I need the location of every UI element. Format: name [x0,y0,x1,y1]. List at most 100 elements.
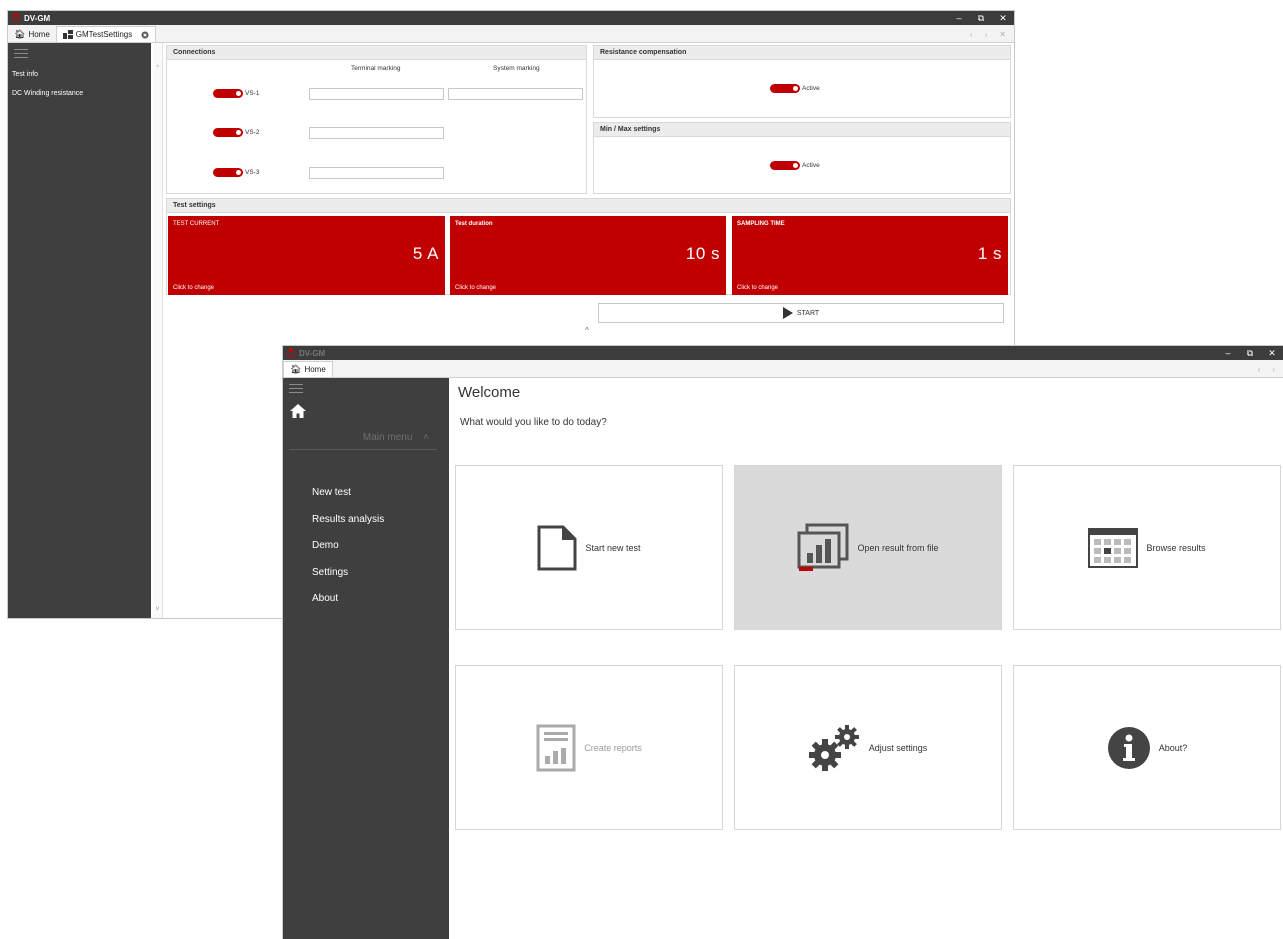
tab-strip: 🏠︎ Home ‹ › [283,360,1283,378]
close-button[interactable]: ✕ [1261,348,1283,359]
vs3-toggle[interactable] [213,168,243,177]
tab-prev-icon[interactable]: ‹ [1258,365,1261,374]
card-label: Open result from file [857,542,939,553]
hamburger-menu-icon[interactable] [14,49,28,61]
card-label: Browse results [1146,542,1206,553]
chevron-up-icon: ˄ [423,432,429,443]
app-logo-icon [287,348,295,357]
card-label: Start new test [585,542,641,553]
scroll-up-icon[interactable]: ^ [153,65,162,71]
tile-title: Test duration [455,221,493,227]
menu-item-about[interactable]: About [312,593,384,620]
about-card[interactable]: About? [1013,665,1281,830]
main-menu-header[interactable]: Main menu ˄ [289,432,437,450]
main-sidebar: Main menu ˄ New test Results analysis De… [283,378,449,939]
vs1-label: VS-1 [245,90,260,97]
test-settings-header: Test settings [167,199,1010,213]
resistance-compensation-toggle[interactable] [770,84,800,93]
vs2-toggle[interactable] [213,128,243,137]
open-result-card[interactable]: Open result from file [734,465,1002,630]
tab-prev-icon[interactable]: ‹ [970,30,973,39]
menu-item-demo[interactable]: Demo [312,540,384,567]
menu-item-new-test[interactable]: New test [312,487,384,514]
tab-next-icon[interactable]: › [1272,365,1275,374]
minimize-button[interactable]: – [1217,348,1239,359]
connections-header: Connections [167,46,586,60]
start-label: START [796,309,820,317]
play-icon [782,307,793,319]
menu-item-results-analysis[interactable]: Results analysis [312,514,384,541]
vs3-terminal-input[interactable] [309,167,444,179]
vs2-terminal-input[interactable] [309,127,444,139]
vs1-toggle[interactable] [213,89,243,98]
sidebar-item-test-info[interactable]: Test info [12,65,83,84]
hamburger-menu-icon[interactable] [289,384,303,396]
vs1-terminal-input[interactable] [309,88,444,100]
tab-navigation: ‹ › ✕ [970,26,1014,42]
page-subtitle: What would you like to do today? [460,417,607,428]
tile-value: 5 A [412,244,439,263]
tile-value: 1 s [977,244,1002,263]
home-icon: 🏠︎ [290,364,302,374]
vs2-label: VS-2 [245,129,260,136]
scroll-down-icon[interactable]: v [153,606,162,612]
info-icon [1107,726,1150,769]
app-logo-icon [12,13,20,22]
close-button[interactable]: ✕ [992,13,1014,24]
tab-label: Home [28,29,50,39]
vertical-scrollbar[interactable]: ^ v [153,43,163,618]
tab-navigation: ‹ › [1258,361,1283,377]
min-max-toggle[interactable] [770,161,800,170]
test-current-tile[interactable]: TEST CURRENT 5 A Click to change [168,216,445,295]
min-max-header: Min / Max settings [594,123,1010,137]
title-bar: DV-GM – ⧉ ✕ [8,11,1014,25]
start-button[interactable]: START [598,303,1004,323]
connections-panel: Connections Terminal marking System mark… [166,45,587,194]
page-title: Welcome [458,384,521,401]
sidebar-item-dc-winding[interactable]: DC Winding resistance [12,84,83,103]
vs3-label: VS-3 [245,169,260,176]
adjust-settings-card[interactable]: Adjust settings [734,665,1002,830]
tab-next-icon[interactable]: › [985,30,988,39]
create-reports-card[interactable]: Create reports [455,665,723,830]
min-max-panel: Min / Max settings Active [593,122,1011,194]
calendar-grid-icon [1088,527,1139,568]
tile-hint: Click to change [455,285,497,291]
home-icon[interactable] [290,404,306,418]
tab-label: Home [304,365,326,374]
tab-strip: 🏠︎ Home GMTestSettings ‹ › ✕ [8,25,1014,43]
tab-close-all-icon[interactable]: ✕ [999,30,1006,39]
card-label: About? [1158,742,1188,753]
sampling-time-tile[interactable]: SAMPLING TIME 1 s Click to change [732,216,1008,295]
resistance-compensation-panel: Resistance compensation Active [593,45,1011,118]
tile-hint: Click to change [737,285,779,291]
tile-value: 10 s [685,244,720,263]
terminal-marking-header: Terminal marking [351,65,401,72]
main-menu-label: Main menu [362,432,413,443]
resistance-compensation-label: Active [802,85,820,92]
tab-home[interactable]: 🏠︎ Home [8,26,56,42]
window-title: DV-GM [24,13,51,23]
tab-home[interactable]: 🏠︎ Home [283,361,333,377]
start-new-test-card[interactable]: Start new test [455,465,723,630]
report-icon [536,724,576,771]
system-marking-header: System marking [493,65,540,72]
browse-results-card[interactable]: Browse results [1013,465,1281,630]
collapse-icon[interactable]: ^ [585,326,589,335]
tab-label: GMTestSettings [75,30,133,39]
restore-button[interactable]: ⧉ [1239,348,1261,359]
tab-gmtestsettings[interactable]: GMTestSettings [55,26,157,42]
new-file-icon [537,525,577,570]
restore-button[interactable]: ⧉ [970,13,992,24]
sidebar: Test info DC Winding resistance [8,43,151,618]
vs1-system-input[interactable] [448,88,583,100]
title-bar: DV-GM – ⧉ ✕ [283,346,1283,360]
close-tab-icon[interactable] [141,31,149,39]
home-window: DV-GM – ⧉ ✕ 🏠︎ Home ‹ › Main menu ˄ New … [282,345,1283,939]
minimize-button[interactable]: – [948,13,970,24]
tile-title: TEST CURRENT [173,221,220,227]
test-duration-tile[interactable]: Test duration 10 s Click to change [450,216,726,295]
card-label: Adjust settings [868,742,928,753]
tile-hint: Click to change [173,285,215,291]
menu-item-settings[interactable]: Settings [312,567,384,594]
